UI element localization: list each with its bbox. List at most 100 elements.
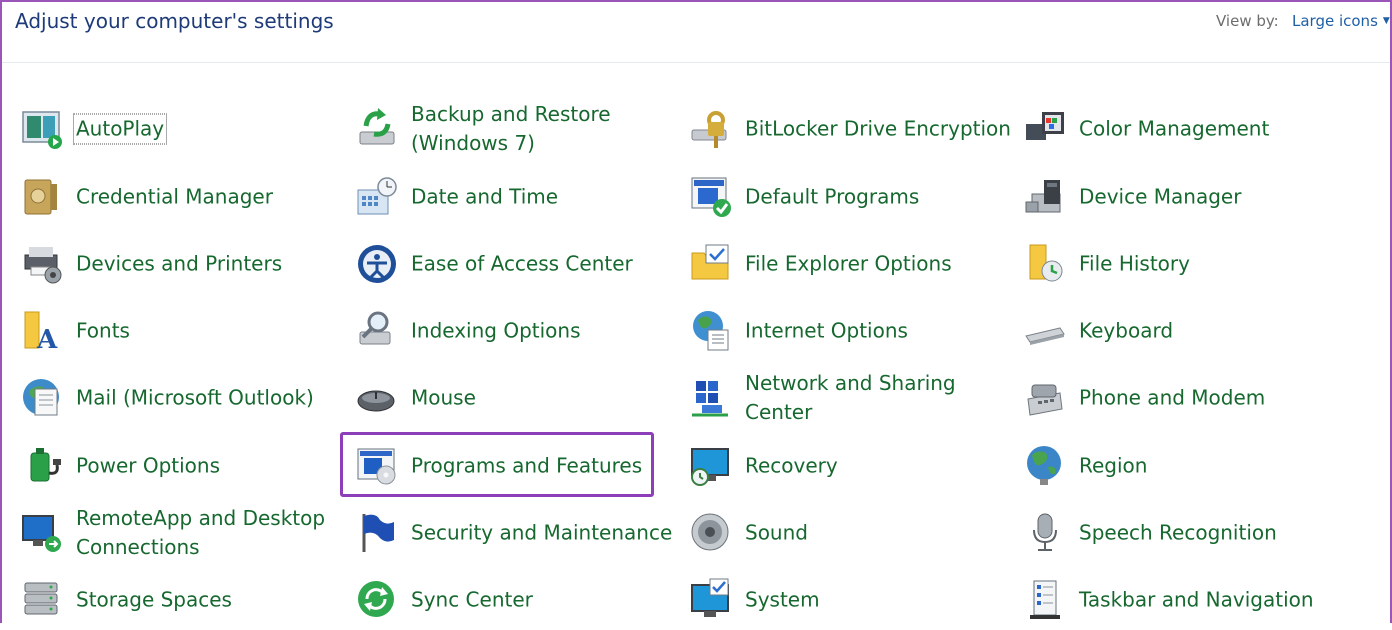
view-by-value: Large icons <box>1292 12 1378 30</box>
storage-spaces-icon <box>19 577 65 623</box>
recovery-icon <box>688 443 734 489</box>
item-label: Network and Sharing Center <box>745 371 956 424</box>
color-management-icon <box>1022 106 1068 152</box>
item-label: RemoteApp and Desktop Connections <box>76 506 326 559</box>
control-panel-item-backup-and-restore-windows-7[interactable]: Backup and Restore (Windows 7) <box>354 99 674 159</box>
fonts-icon: A <box>19 308 65 354</box>
default-programs-icon <box>688 174 734 220</box>
control-panel-item-recovery[interactable]: Recovery <box>688 436 1008 496</box>
item-label: Device Manager <box>1079 184 1242 209</box>
item-label: Default Programs <box>745 184 920 209</box>
control-panel-item-ease-of-access-center[interactable]: Ease of Access Center <box>354 234 674 294</box>
view-by-label: View by: <box>1216 12 1279 30</box>
item-label: Taskbar and Navigation <box>1079 587 1314 612</box>
credential-manager-icon <box>19 174 65 220</box>
item-label: Internet Options <box>745 318 908 343</box>
item-label: Credential Manager <box>76 184 273 209</box>
control-panel-item-speech-recognition[interactable]: Speech Recognition <box>1022 503 1352 563</box>
indexing-options-icon <box>354 308 400 354</box>
item-label: Sound <box>745 520 808 545</box>
dropdown-caret-icon: ▼ <box>1382 16 1390 26</box>
control-panel-item-devices-and-printers[interactable]: Devices and Printers <box>19 234 339 294</box>
bitlocker-icon <box>688 106 734 152</box>
item-label: Mail (Microsoft Outlook) <box>76 385 314 410</box>
item-label: Programs and Features <box>411 453 643 478</box>
control-panel-window: Adjust your computer's settings View by:… <box>0 0 1392 623</box>
speech-recognition-icon <box>1022 510 1068 556</box>
network-sharing-icon <box>688 375 734 421</box>
svg-text:A: A <box>36 325 58 354</box>
header-bar: Adjust your computer's settings View by:… <box>2 2 1390 63</box>
programs-features-icon <box>354 443 400 489</box>
region-icon <box>1022 443 1068 489</box>
date-time-icon <box>354 174 400 220</box>
phone-modem-icon <box>1022 375 1068 421</box>
device-manager-icon <box>1022 174 1068 220</box>
control-panel-item-sync-center[interactable]: Sync Center <box>354 570 674 630</box>
remoteapp-icon <box>19 510 65 556</box>
control-panel-item-indexing-options[interactable]: Indexing Options <box>354 301 674 361</box>
control-panel-item-sound[interactable]: Sound <box>688 503 1008 563</box>
control-panel-item-default-programs[interactable]: Default Programs <box>688 167 1008 227</box>
backup-restore-icon <box>354 106 400 152</box>
control-panel-item-internet-options[interactable]: Internet Options <box>688 301 1008 361</box>
internet-options-icon <box>688 308 734 354</box>
item-label: Recovery <box>745 453 838 478</box>
item-label: BitLocker Drive Encryption <box>745 116 1011 141</box>
view-by-dropdown[interactable]: Large icons ▼ <box>1292 12 1390 30</box>
control-panel-item-keyboard[interactable]: Keyboard <box>1022 301 1352 361</box>
item-label: Fonts <box>76 318 130 343</box>
sync-center-icon <box>354 577 400 623</box>
control-panel-item-autoplay[interactable]: AutoPlay <box>19 99 339 159</box>
sound-icon <box>688 510 734 556</box>
item-label: Color Management <box>1079 116 1270 141</box>
power-options-icon <box>19 443 65 489</box>
control-panel-item-device-manager[interactable]: Device Manager <box>1022 167 1352 227</box>
devices-printers-icon <box>19 241 65 287</box>
mouse-icon <box>354 375 400 421</box>
item-label: File Explorer Options <box>745 251 952 276</box>
item-label: Keyboard <box>1079 318 1174 343</box>
control-panel-item-bitlocker-drive-encryption[interactable]: BitLocker Drive Encryption <box>688 99 1011 159</box>
control-panel-item-mail-microsoft-outlook[interactable]: Mail (Microsoft Outlook) <box>19 368 339 428</box>
item-label: Backup and Restore (Windows 7) <box>411 102 611 155</box>
control-panel-item-security-and-maintenance[interactable]: Security and Maintenance <box>354 503 674 563</box>
ease-of-access-icon <box>354 241 400 287</box>
control-panel-item-color-management[interactable]: Color Management <box>1022 99 1352 159</box>
item-label: Speech Recognition <box>1079 520 1277 545</box>
item-label: File History <box>1079 251 1190 276</box>
item-label: Mouse <box>411 385 476 410</box>
item-label: Ease of Access Center <box>411 251 633 276</box>
control-panel-item-system[interactable]: System <box>688 570 1008 630</box>
control-panel-item-remoteapp-and-desktop-connections[interactable]: RemoteApp and Desktop Connections <box>19 503 339 563</box>
item-label: AutoPlay <box>72 113 168 145</box>
file-history-icon <box>1022 241 1068 287</box>
control-panel-item-network-and-sharing-center[interactable]: Network and Sharing Center <box>688 368 1008 428</box>
mail-icon <box>19 375 65 421</box>
item-label: Indexing Options <box>411 318 581 343</box>
control-panel-item-region[interactable]: Region <box>1022 436 1352 496</box>
control-panel-item-phone-and-modem[interactable]: Phone and Modem <box>1022 368 1352 428</box>
security-maintenance-icon <box>354 510 400 556</box>
control-panel-item-date-and-time[interactable]: Date and Time <box>354 167 674 227</box>
file-explorer-options-icon <box>688 241 734 287</box>
control-panel-item-taskbar-and-navigation[interactable]: Taskbar and Navigation <box>1022 570 1352 630</box>
control-panel-item-fonts[interactable]: A Fonts <box>19 301 339 361</box>
item-label: Power Options <box>76 453 220 478</box>
control-panel-item-programs-and-features[interactable]: Programs and Features <box>354 436 674 496</box>
control-panel-item-power-options[interactable]: Power Options <box>19 436 339 496</box>
control-panel-item-storage-spaces[interactable]: Storage Spaces <box>19 570 339 630</box>
control-panel-item-file-explorer-options[interactable]: File Explorer Options <box>688 234 1008 294</box>
item-label: Sync Center <box>411 587 533 612</box>
item-label: Date and Time <box>411 184 559 209</box>
page-title: Adjust your computer's settings <box>15 9 334 33</box>
control-panel-item-credential-manager[interactable]: Credential Manager <box>19 167 339 227</box>
system-icon <box>688 577 734 623</box>
autoplay-icon <box>19 106 65 152</box>
control-panel-item-file-history[interactable]: File History <box>1022 234 1352 294</box>
item-label: Storage Spaces <box>76 587 232 612</box>
item-label: Security and Maintenance <box>411 520 673 545</box>
item-label: System <box>745 587 820 612</box>
taskbar-navigation-icon <box>1022 577 1068 623</box>
control-panel-item-mouse[interactable]: Mouse <box>354 368 674 428</box>
